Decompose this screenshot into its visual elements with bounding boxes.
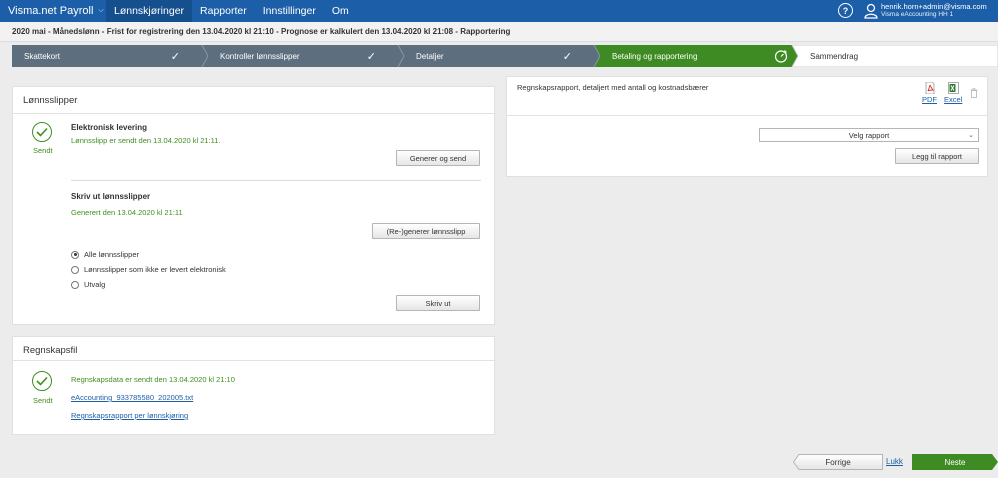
radio-label: Lønnsslipper som ikke er levert elektron… [84, 265, 226, 274]
radio-button[interactable] [71, 265, 79, 274]
report-title: Regnskapsrapport, detaljert med antall o… [517, 83, 709, 92]
excel-label[interactable]: Excel [944, 95, 962, 104]
step-sammendrag[interactable]: Sammendrag [798, 45, 998, 67]
excel-download[interactable]: Excel [944, 82, 962, 104]
electronic-delivery-title: Elektronisk levering [71, 123, 148, 132]
panel-lonnsslipper: Lønnsslipper Sendt Elektronisk levering … [12, 86, 496, 325]
accounting-sent-message: Regnskapsdata er sendt den 13.04.2020 kl… [71, 375, 235, 384]
trash-icon[interactable] [970, 88, 978, 98]
panel-report: Regnskapsrapport, detaljert med antall o… [506, 76, 989, 177]
pdf-label[interactable]: PDF [922, 95, 937, 104]
success-check-icon [32, 122, 52, 142]
close-link[interactable]: Lukk [886, 457, 903, 466]
step-detaljer[interactable]: Detaljer ✓ [404, 45, 594, 67]
add-report-button[interactable]: Legg til rapport [895, 148, 979, 164]
regenerate-payslip-button[interactable]: (Re-)generer lønnsslipp [372, 223, 480, 239]
divider [507, 115, 989, 116]
step-label: Betaling og rapportering [612, 51, 698, 61]
user-icon[interactable] [864, 3, 878, 19]
checkmark-icon: ✓ [170, 51, 180, 63]
generate-and-send-button[interactable]: Generer og send [396, 150, 480, 166]
top-navigation: Visma.net Payroll ⌵ Lønnskjøringer Rappo… [0, 0, 998, 22]
checkmark-icon: ✓ [562, 51, 572, 63]
menu-item-om[interactable]: Om [324, 0, 357, 22]
pdf-download[interactable]: PDF [922, 82, 937, 104]
back-button[interactable]: Forrige [793, 454, 883, 470]
radio-label: Alle lønnsslipper [84, 250, 140, 259]
radio-button[interactable] [71, 280, 79, 289]
radio-option-all[interactable]: Alle lønnsslipper [71, 250, 139, 259]
step-betaling-og-rapportering[interactable]: Betaling og rapportering [600, 45, 792, 67]
electronic-delivery-message: Lønnsslipp er sendt den 13.04.2020 kl 21… [71, 136, 221, 145]
print-button[interactable]: Skriv ut [396, 295, 480, 311]
accounting-file-link[interactable]: eAccounting_933785580_202005.txt [71, 393, 193, 402]
help-icon[interactable]: ? [838, 3, 853, 18]
status-label: Sendt [33, 146, 53, 155]
pdf-icon [925, 82, 934, 94]
accounting-report-link[interactable]: Regnskapsrapport per lønnskjøring [71, 411, 188, 420]
panel-title: Lønnsslipper [23, 95, 78, 106]
chevron-down-icon: ⌄ [968, 132, 974, 139]
panel-title: Regnskapsfil [23, 345, 78, 356]
user-company: Visma eAccounting HH 1 [881, 11, 954, 18]
step-skattekort[interactable]: Skattekort ✓ [12, 45, 202, 67]
step-label: Kontroller lønnsslipper [220, 51, 300, 61]
step-label: Skattekort [24, 51, 61, 61]
main-menu: Lønnskjøringer Rapporter Innstillinger O… [106, 0, 357, 22]
payroll-run-header: 2020 mai - Månedslønn - Frist for regist… [0, 22, 998, 42]
print-payslips-message: Generert den 13.04.2020 kl 21:11 [71, 208, 183, 217]
app-brand: Visma.net Payroll [8, 5, 94, 17]
app-brand-menu[interactable]: Visma.net Payroll ⌵ [0, 0, 112, 22]
panel-regnskapsfil: Regnskapsfil Sendt Regnskapsdata er send… [12, 336, 496, 435]
divider [13, 360, 496, 361]
excel-icon [947, 82, 959, 94]
step-label: Sammendrag [810, 51, 859, 61]
print-payslips-title: Skriv ut lønnsslipper [71, 192, 151, 201]
user-email: henrik.horn+admin@visma.com [881, 2, 987, 11]
user-info[interactable]: henrik.horn+admin@visma.com Visma eAccou… [881, 3, 987, 19]
radio-button[interactable] [71, 250, 79, 259]
next-button-label: Neste [944, 457, 966, 467]
radio-label: Utvalg [84, 280, 106, 289]
radio-option-selection[interactable]: Utvalg [71, 280, 105, 289]
step-label: Detaljer [416, 51, 444, 61]
stopwatch-icon [774, 50, 788, 63]
menu-item-rapporter[interactable]: Rapporter [192, 0, 255, 22]
step-kontroller-lonnsslipper[interactable]: Kontroller lønnsslipper ✓ [208, 45, 398, 67]
menu-item-innstillinger[interactable]: Innstillinger [255, 0, 324, 22]
divider [13, 113, 496, 114]
radio-option-not-electronic[interactable]: Lønnsslipper som ikke er levert elektron… [71, 265, 226, 274]
chevron-down-icon: ⌵ [98, 7, 104, 14]
report-select-value: Velg rapport [848, 130, 890, 140]
checkmark-icon: ✓ [366, 51, 376, 63]
next-button[interactable]: Neste [912, 454, 998, 470]
status-label: Sendt [33, 396, 53, 405]
wizard-steps: Skattekort ✓ Kontroller lønnsslipper ✓ D… [12, 45, 998, 67]
success-check-icon [32, 371, 52, 391]
divider [71, 180, 481, 181]
menu-item-lonnskjoringer[interactable]: Lønnskjøringer [106, 0, 193, 22]
report-select[interactable]: Velg rapport ⌄ [759, 128, 979, 142]
back-button-label: Forrige [825, 457, 851, 467]
